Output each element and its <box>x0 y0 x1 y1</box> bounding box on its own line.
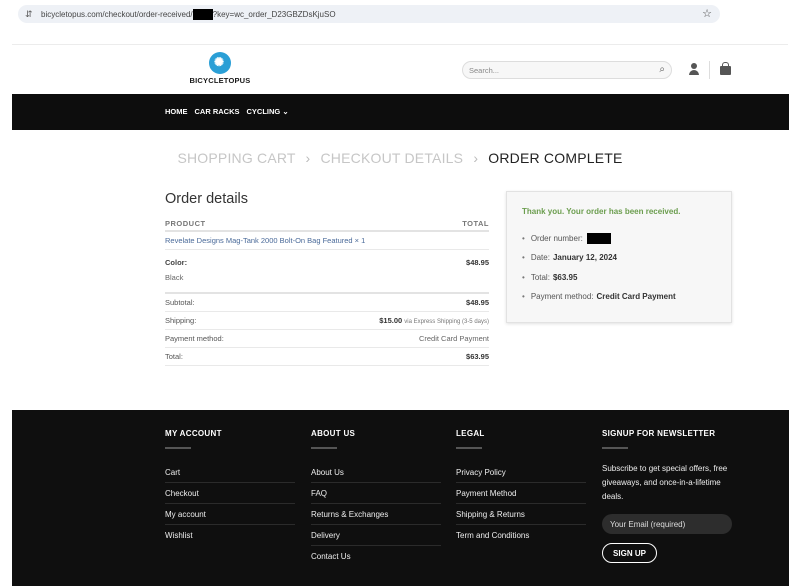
footer-legal: LEGAL Privacy Policy Payment Method Ship… <box>456 429 586 546</box>
total-value: $63.95 <box>466 352 489 361</box>
step-shopping-cart[interactable]: SHOPPING CART <box>177 150 295 166</box>
search-input[interactable]: Search... ⌕ <box>462 61 672 79</box>
nav-car-racks[interactable]: CAR RACKS <box>195 107 240 116</box>
newsletter-text: Subscribe to get special offers, free gi… <box>602 464 728 501</box>
redacted-order-id <box>192 8 213 20</box>
header-divider <box>12 44 788 45</box>
footer-link-about-us[interactable]: About Us <box>311 462 441 483</box>
footer-link-terms[interactable]: Term and Conditions <box>456 525 586 546</box>
footer-link-contact[interactable]: Contact Us <box>311 546 441 567</box>
col-total: TOTAL <box>462 218 489 228</box>
footer-link-payment-method[interactable]: Payment Method <box>456 483 586 504</box>
logo-text: BICYCLETOPUS <box>189 76 251 85</box>
product-link[interactable]: Revelate Designs Mag-Tank 2000 Bolt-On B… <box>165 236 365 245</box>
footer-link-returns[interactable]: Returns & Exchanges <box>311 504 441 525</box>
shipping-value: $15.00 <box>379 316 403 325</box>
footer-link-wishlist[interactable]: Wishlist <box>165 525 295 546</box>
item-total: $48.95 <box>466 258 489 267</box>
footer-link-delivery[interactable]: Delivery <box>311 525 441 546</box>
footer-link-cart[interactable]: Cart <box>165 462 295 483</box>
color-value: Black <box>165 273 184 282</box>
newsletter-email-input[interactable]: Your Email (required) <box>602 514 732 534</box>
signup-button[interactable]: SIGN UP <box>602 543 657 563</box>
octopus-logo-icon: ✺ <box>209 52 231 74</box>
checkout-steps: SHOPPING CART › CHECKOUT DETAILS › ORDER… <box>0 150 800 166</box>
site-logo[interactable]: ✺ BICYCLETOPUS <box>185 52 255 88</box>
footer-newsletter: SIGNUP FOR NEWSLETTER Subscribe to get s… <box>602 429 732 563</box>
search-placeholder: Search... <box>469 65 500 75</box>
browser-toolbar: ⇵ bicycletopus.com/checkout/order-receiv… <box>0 0 800 30</box>
tune-icon[interactable]: ⇵ <box>25 9 35 20</box>
thank-you-message: Thank you. Your order has been received. <box>522 207 681 216</box>
footer-link-checkout[interactable]: Checkout <box>165 483 295 504</box>
footer-link-privacy[interactable]: Privacy Policy <box>456 462 586 483</box>
color-label: Color: <box>165 258 188 267</box>
payment-value: Credit Card Payment <box>418 334 489 343</box>
step-checkout-details[interactable]: CHECKOUT DETAILS <box>321 150 464 166</box>
site-footer: MY ACCOUNT Cart Checkout My account Wish… <box>12 410 789 586</box>
star-icon[interactable]: ☆ <box>702 7 712 20</box>
cart-icon[interactable] <box>720 62 731 75</box>
col-product: PRODUCT <box>165 218 206 228</box>
url-suffix: ?key=wc_order_D23GBZDsKjuSO <box>212 9 336 19</box>
table-header: PRODUCT TOTAL <box>165 216 489 232</box>
order-payment-item: Payment method:Credit Card Payment <box>522 287 676 306</box>
footer-my-account: MY ACCOUNT Cart Checkout My account Wish… <box>165 429 295 546</box>
header-icon-divider <box>709 61 710 79</box>
order-total-item: Total:$63.95 <box>522 268 676 287</box>
footer-heading: SIGNUP FOR NEWSLETTER <box>602 429 716 438</box>
search-icon[interactable]: ⌕ <box>659 64 665 75</box>
footer-about-us: ABOUT US About Us FAQ Returns & Exchange… <box>311 429 441 567</box>
payment-row: Payment method: Credit Card Payment <box>165 330 489 348</box>
address-bar[interactable]: ⇵ bicycletopus.com/checkout/order-receiv… <box>18 5 720 23</box>
payment-label: Payment method: <box>165 334 224 343</box>
order-date-item: Date:January 12, 2024 <box>522 248 676 267</box>
order-confirmation-box: Thank you. Your order has been received.… <box>506 191 732 323</box>
subtotal-value: $48.95 <box>466 298 489 307</box>
product-row: Revelate Designs Mag-Tank 2000 Bolt-On B… <box>165 232 489 250</box>
redacted-order-number <box>586 233 611 245</box>
total-label: Total: <box>165 352 183 361</box>
footer-link-my-account[interactable]: My account <box>165 504 295 525</box>
footer-link-shipping-returns[interactable]: Shipping & Returns <box>456 504 586 525</box>
order-details-title: Order details <box>165 191 249 207</box>
step-separator-icon: › <box>305 150 311 166</box>
footer-heading: LEGAL <box>456 429 485 438</box>
order-details-table: PRODUCT TOTAL Revelate Designs Mag-Tank … <box>165 216 489 366</box>
subtotal-row: Subtotal: $48.95 <box>165 294 489 312</box>
user-icon[interactable] <box>688 63 700 77</box>
shipping-label: Shipping: <box>165 316 197 325</box>
total-row: Total: $63.95 <box>165 348 489 366</box>
nav-home[interactable]: HOME <box>165 107 188 116</box>
nav-cycling[interactable]: CYCLING ⌄ <box>247 107 289 116</box>
footer-heading: MY ACCOUNT <box>165 429 222 438</box>
footer-link-faq[interactable]: FAQ <box>311 483 441 504</box>
shipping-note: via Express Shipping (3-5 days) <box>404 319 489 325</box>
order-number-item: Order number: <box>522 229 676 248</box>
footer-heading: ABOUT US <box>311 429 356 438</box>
step-order-complete: ORDER COMPLETE <box>488 150 623 166</box>
step-separator-icon: › <box>473 150 479 166</box>
main-nav: HOME CAR RACKS CYCLING ⌄ <box>12 94 789 130</box>
url-prefix: bicycletopus.com/checkout/order-received… <box>41 9 193 19</box>
product-meta-row: Color: Black $48.95 <box>165 250 489 294</box>
shipping-row: Shipping: $15.00 via Express Shipping (3… <box>165 312 489 330</box>
subtotal-label: Subtotal: <box>165 298 195 307</box>
